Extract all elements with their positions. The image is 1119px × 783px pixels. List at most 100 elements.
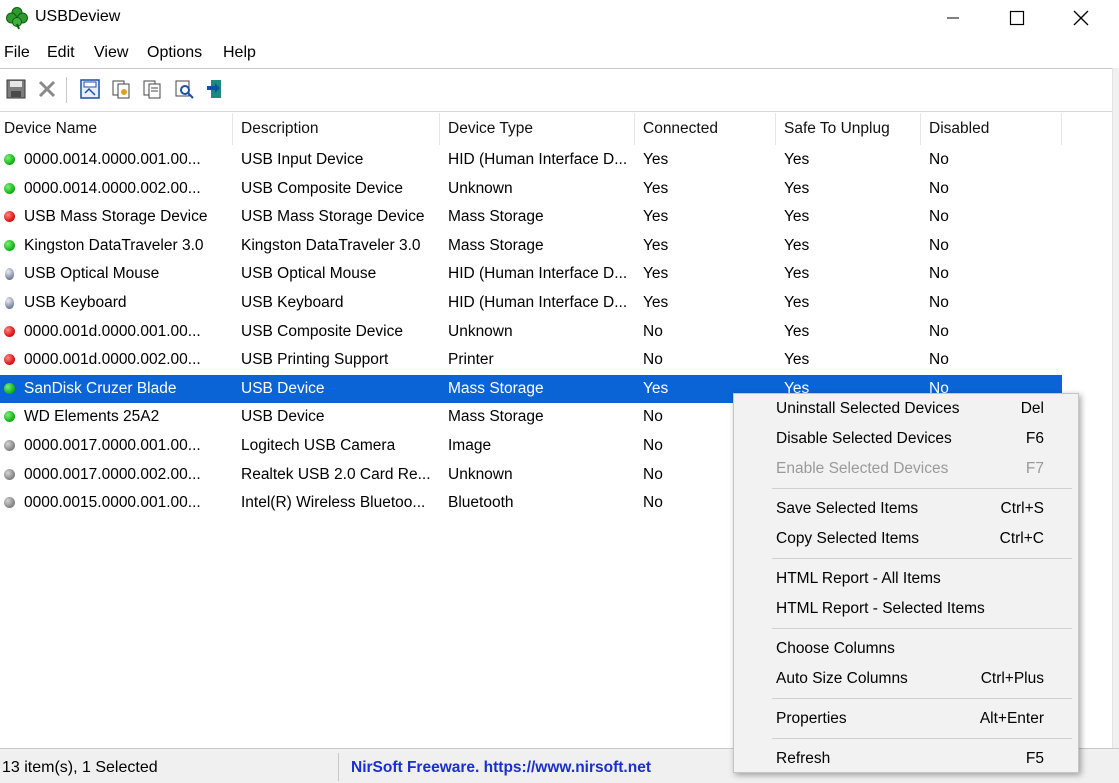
menu-item-label: Choose Columns bbox=[776, 640, 895, 657]
menu-view[interactable]: View bbox=[94, 44, 128, 62]
status-separator bbox=[338, 753, 339, 781]
cell-description: Kingston DataTraveler 3.0 bbox=[241, 236, 421, 254]
context-menu-item-uninstall-selected-devices[interactable]: Uninstall Selected Devices Del bbox=[736, 394, 1076, 424]
vertical-scrollbar[interactable] bbox=[1112, 68, 1119, 748]
status-red-icon bbox=[4, 325, 15, 337]
table-row[interactable]: USB Keyboard USB Keyboard HID (Human Inter… bbox=[0, 289, 1062, 317]
hid-device-icon bbox=[5, 297, 14, 309]
context-menu-item-html-report-all-items[interactable]: HTML Report - All Items bbox=[736, 564, 1076, 594]
cell-device-type: Mass Storage bbox=[448, 379, 544, 397]
cell-disabled: No bbox=[929, 322, 949, 340]
cell-description: USB Optical Mouse bbox=[241, 265, 377, 283]
context-menu-item-copy-selected-items[interactable]: Copy Selected Items Ctrl+C bbox=[736, 524, 1076, 554]
delete-icon[interactable] bbox=[36, 78, 60, 102]
cell-safe-to-unplug: Yes bbox=[784, 179, 810, 197]
cell-device-type: Mass Storage bbox=[448, 408, 544, 426]
cell-connected: Yes bbox=[643, 151, 669, 168]
close-icon[interactable] bbox=[1052, 0, 1110, 36]
context-menu-item-disable-selected-devices[interactable]: Disable Selected Devices F6 bbox=[736, 424, 1076, 454]
column-header-device-name[interactable]: Device Name bbox=[0, 113, 233, 145]
cell-device-name: 0000.0015.0000.001.00... bbox=[24, 494, 201, 512]
menu-separator bbox=[772, 628, 1072, 629]
table-row[interactable]: 0000.001d.0000.001.00... USB Composite De… bbox=[0, 318, 1062, 346]
context-menu-item-auto-size-columns[interactable]: Auto Size Columns Ctrl+Plus bbox=[736, 664, 1076, 694]
menu-item-shortcut: F7 bbox=[1025, 460, 1044, 477]
status-gray-icon bbox=[4, 497, 15, 509]
hid-device-icon bbox=[5, 268, 14, 281]
menu-item-shortcut: Ctrl+C bbox=[999, 530, 1044, 547]
menu-help[interactable]: Help bbox=[223, 44, 256, 62]
cell-device-name: SanDisk Cruzer Blade bbox=[24, 379, 177, 397]
menu-item-label: Enable Selected Devices bbox=[776, 460, 949, 477]
menu-separator bbox=[772, 488, 1072, 489]
status-green-icon bbox=[4, 182, 15, 194]
column-header-device-type[interactable]: Device Type bbox=[440, 113, 635, 145]
status-gray-icon bbox=[4, 440, 15, 451]
save-html-icon[interactable] bbox=[79, 78, 103, 102]
cell-device-name: 0000.001d.0000.002.00... bbox=[24, 351, 201, 369]
context-menu-item-save-selected-items[interactable]: Save Selected Items Ctrl+S bbox=[736, 494, 1076, 524]
table-row[interactable]: USB Optical Mouse USB Optical Mouse HID (H… bbox=[0, 260, 1062, 288]
cell-connected: No bbox=[643, 322, 663, 340]
menu-item-shortcut: Alt+Enter bbox=[979, 710, 1044, 727]
cell-description: USB Input Device bbox=[241, 151, 364, 168]
cell-connected: Yes bbox=[643, 265, 669, 283]
cell-safe-to-unplug: Yes bbox=[784, 236, 810, 254]
status-green-icon bbox=[4, 239, 15, 251]
menu-edit[interactable]: Edit bbox=[47, 44, 75, 62]
cell-safe-to-unplug: Yes bbox=[784, 265, 810, 283]
column-header-connected[interactable]: Connected bbox=[635, 113, 776, 145]
nirsoft-link[interactable]: NirSoft Freeware. https://www.nirsoft.ne… bbox=[351, 759, 651, 777]
table-row[interactable]: 0000.0014.0000.001.00... USB Input Device… bbox=[0, 146, 1062, 174]
cell-connected: Yes bbox=[643, 208, 669, 226]
cell-device-type: HID (Human Interface D... bbox=[448, 265, 628, 283]
cell-device-type: Unknown bbox=[448, 465, 513, 483]
column-header-disabled[interactable]: Disabled bbox=[921, 113, 1062, 145]
cell-description: Intel(R) Wireless Bluetoo... bbox=[241, 494, 426, 512]
save-icon[interactable] bbox=[5, 78, 29, 102]
clover-app-icon bbox=[5, 6, 29, 30]
table-row[interactable]: USB Mass Storage Device USB Mass Storage … bbox=[0, 203, 1062, 231]
cell-disabled: No bbox=[929, 265, 949, 283]
find-icon[interactable] bbox=[173, 78, 197, 102]
minimize-icon[interactable] bbox=[924, 0, 982, 36]
cell-disabled: No bbox=[929, 179, 949, 197]
cell-device-type: Mass Storage bbox=[448, 208, 544, 226]
menu-item-label: Uninstall Selected Devices bbox=[776, 400, 960, 417]
column-header-safe-to-unplug[interactable]: Safe To Unplug bbox=[776, 113, 921, 145]
cell-description: USB Composite Device bbox=[241, 322, 403, 340]
menu-item-shortcut: F5 bbox=[1025, 750, 1044, 767]
exit-icon[interactable] bbox=[205, 78, 229, 102]
cell-disabled: No bbox=[929, 351, 949, 369]
status-green-icon bbox=[4, 411, 15, 423]
menu-item-label: Copy Selected Items bbox=[776, 530, 920, 547]
context-menu-item-html-report-selected-items[interactable]: HTML Report - Selected Items bbox=[736, 594, 1076, 624]
table-row[interactable]: 0000.0014.0000.002.00... USB Composite De… bbox=[0, 175, 1062, 203]
context-menu-item-properties[interactable]: Properties Alt+Enter bbox=[736, 704, 1076, 734]
cell-device-type: Mass Storage bbox=[448, 236, 544, 254]
cell-disabled: No bbox=[929, 236, 949, 254]
properties-icon[interactable] bbox=[141, 78, 165, 102]
status-red-icon bbox=[4, 354, 15, 366]
cell-safe-to-unplug: Yes bbox=[784, 208, 810, 226]
cell-description: Realtek USB 2.0 Card Re... bbox=[241, 465, 431, 483]
status-green-icon bbox=[4, 154, 15, 165]
context-menu-item-choose-columns[interactable]: Choose Columns bbox=[736, 634, 1076, 664]
cell-disabled: No bbox=[929, 294, 949, 311]
table-row[interactable]: 0000.001d.0000.002.00... USB Printing Sup… bbox=[0, 346, 1062, 374]
table-row[interactable]: Kingston DataTraveler 3.0 Kingston DataTr… bbox=[0, 232, 1062, 260]
context-menu-item-enable-selected-devices: Enable Selected Devices F7 bbox=[736, 454, 1076, 484]
context-menu-item-refresh[interactable]: Refresh F5 bbox=[736, 744, 1076, 774]
menu-options[interactable]: Options bbox=[147, 44, 202, 62]
menu-bar: File Edit View Options Help bbox=[0, 38, 1119, 68]
toolbar-separator bbox=[66, 77, 67, 103]
column-header-description[interactable]: Description bbox=[233, 113, 440, 145]
cell-device-name: USB Optical Mouse bbox=[24, 265, 160, 283]
menu-item-label: Properties bbox=[776, 710, 847, 727]
status-gray-icon bbox=[4, 468, 15, 480]
cell-safe-to-unplug: Yes bbox=[784, 294, 810, 311]
menu-file[interactable]: File bbox=[4, 44, 30, 62]
copy-icon[interactable] bbox=[110, 78, 134, 102]
cell-device-type: Unknown bbox=[448, 322, 513, 340]
maximize-icon[interactable] bbox=[988, 0, 1046, 36]
